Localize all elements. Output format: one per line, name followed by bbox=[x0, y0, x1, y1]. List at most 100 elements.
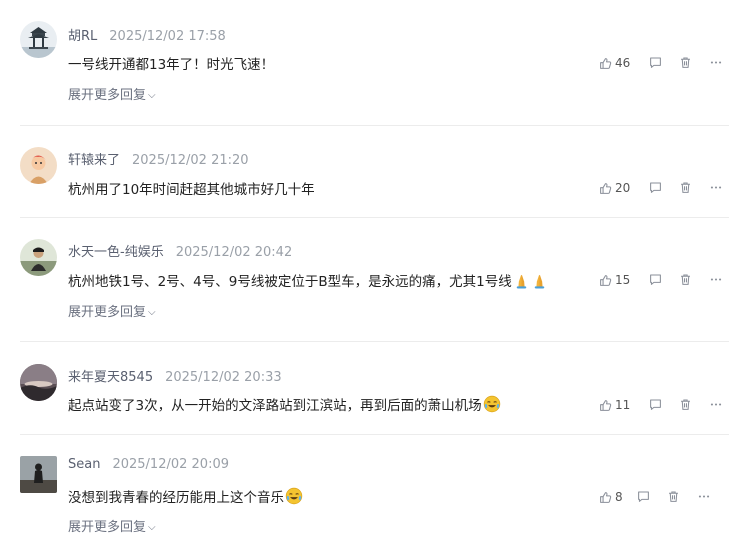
comment-time: 2025/12/02 20:33 bbox=[165, 370, 282, 385]
comment-actions: 20 bbox=[599, 181, 729, 199]
more-dots-icon bbox=[710, 61, 722, 64]
avatar[interactable] bbox=[20, 239, 57, 276]
comment-meta: 水天一色-纯娱乐 2025/12/02 20:42 bbox=[68, 241, 292, 260]
comment-item: Sean 2025/12/02 20:09 没想到我青春的经历能用上这个音乐 8 … bbox=[20, 435, 729, 541]
author-name[interactable]: Sean bbox=[68, 457, 100, 472]
comment-meta: 轩辕来了 2025/12/02 21:20 bbox=[68, 149, 249, 168]
delete-button[interactable] bbox=[667, 490, 680, 503]
more-button[interactable] bbox=[709, 273, 723, 286]
comment-item: 来年夏天8545 2025/12/02 20:33 起点站变了3次，从一开始的文泽… bbox=[20, 342, 729, 435]
pagoda-avatar-icon bbox=[20, 21, 57, 58]
comment-icon bbox=[638, 491, 649, 502]
comment-time: 2025/12/02 20:42 bbox=[175, 245, 293, 260]
comment-actions: 15 bbox=[599, 273, 729, 291]
chevron-down-icon: ⌵ bbox=[148, 90, 156, 101]
comment-text-body: 没想到我青春的经历能用上这个音乐 bbox=[68, 490, 284, 506]
thumbs-up-icon bbox=[600, 57, 612, 69]
more-dots-icon bbox=[698, 495, 710, 498]
thumbs-up-icon bbox=[600, 491, 612, 503]
comment-actions: 46 bbox=[599, 56, 729, 74]
like-count: 11 bbox=[615, 398, 631, 412]
author-name[interactable]: 来年夏天8545 bbox=[68, 370, 153, 385]
like-count: 20 bbox=[615, 181, 631, 195]
crying-laughing-icon bbox=[285, 487, 303, 509]
more-dots-icon bbox=[710, 278, 722, 281]
comment-icon bbox=[650, 274, 661, 285]
delete-button[interactable] bbox=[679, 56, 692, 69]
comment-list: 胡RL 2025/12/02 17:58 一号线开通都13年了！时光飞速！ 46 … bbox=[0, 0, 745, 541]
trash-icon bbox=[669, 491, 678, 502]
comment-text-body: 杭州地铁1号、2号、4号、9号线被定位于B型车，是永远的痛，尤其1号线 bbox=[68, 274, 512, 290]
avatar[interactable] bbox=[20, 147, 57, 184]
expand-replies-link[interactable]: 展开更多回复 ⌵ bbox=[68, 84, 156, 103]
trash-icon bbox=[681, 399, 690, 410]
praying-hands-icon bbox=[513, 272, 530, 293]
avatar[interactable] bbox=[20, 21, 57, 58]
trash-icon bbox=[681, 274, 690, 285]
reply-button[interactable] bbox=[649, 273, 662, 286]
praying-hands-icon bbox=[531, 272, 548, 293]
comment-text-body: 起点站变了3次，从一开始的文泽路站到江滨站，再到后面的萧山机场 bbox=[68, 398, 482, 414]
expand-replies-label: 展开更多回复 bbox=[68, 520, 147, 535]
chevron-down-icon: ⌵ bbox=[148, 307, 156, 318]
more-button[interactable] bbox=[709, 181, 723, 194]
avatar[interactable] bbox=[20, 364, 57, 401]
more-button[interactable] bbox=[709, 398, 723, 411]
expand-replies-label: 展开更多回复 bbox=[68, 88, 147, 103]
like-count: 46 bbox=[615, 56, 631, 70]
comment-text: 没想到我青春的经历能用上这个音乐 bbox=[68, 486, 303, 509]
comment-text: 一号线开通都13年了！时光飞速！ bbox=[68, 57, 275, 73]
thumbs-up-icon bbox=[600, 399, 612, 411]
trash-icon bbox=[681, 57, 690, 68]
reply-button[interactable] bbox=[637, 490, 650, 503]
expand-replies-link[interactable]: 展开更多回复 ⌵ bbox=[68, 516, 156, 535]
dusk-landscape-avatar-icon bbox=[20, 364, 57, 401]
like-button[interactable]: 20 bbox=[599, 181, 630, 195]
like-button[interactable]: 15 bbox=[599, 273, 630, 287]
comment-icon bbox=[650, 182, 661, 193]
comment-actions: 8 bbox=[599, 490, 729, 508]
like-count: 8 bbox=[615, 490, 623, 504]
delete-button[interactable] bbox=[679, 398, 692, 411]
comment-meta: 来年夏天8545 2025/12/02 20:33 bbox=[68, 366, 282, 385]
like-button[interactable]: 8 bbox=[599, 490, 623, 504]
delete-button[interactable] bbox=[679, 273, 692, 286]
author-name[interactable]: 胡RL bbox=[68, 29, 97, 44]
comment-text: 起点站变了3次，从一开始的文泽路站到江滨站，再到后面的萧山机场 bbox=[68, 394, 501, 417]
comment-icon bbox=[650, 399, 661, 410]
reply-button[interactable] bbox=[649, 181, 662, 194]
more-dots-icon bbox=[710, 186, 722, 189]
crying-laughing-icon bbox=[483, 395, 501, 417]
comment-time: 2025/12/02 21:20 bbox=[132, 153, 249, 168]
comment-item: 水天一色-纯娱乐 2025/12/02 20:42 杭州地铁1号、2号、4号、9号… bbox=[20, 218, 729, 342]
comment-time: 2025/12/02 17:58 bbox=[109, 29, 226, 44]
more-dots-icon bbox=[710, 403, 722, 406]
cartoon-avatar-icon bbox=[20, 147, 57, 184]
person-avatar-icon bbox=[20, 239, 57, 276]
expand-replies-link[interactable]: 展开更多回复 ⌵ bbox=[68, 301, 156, 320]
like-button[interactable]: 46 bbox=[599, 56, 630, 70]
author-name[interactable]: 轩辕来了 bbox=[68, 153, 120, 168]
expand-replies-label: 展开更多回复 bbox=[68, 305, 147, 320]
more-button[interactable] bbox=[709, 56, 723, 69]
reply-button[interactable] bbox=[649, 56, 662, 69]
trash-icon bbox=[681, 182, 690, 193]
silhouette-avatar-icon bbox=[20, 456, 57, 493]
comment-meta: 胡RL 2025/12/02 17:58 bbox=[68, 25, 226, 44]
like-count: 15 bbox=[615, 273, 631, 287]
thumbs-up-icon bbox=[600, 182, 612, 194]
author-name[interactable]: 水天一色-纯娱乐 bbox=[68, 245, 164, 260]
comment-item: 轩辕来了 2025/12/02 21:20 杭州用了10年时间赶超其他城市好几十年… bbox=[20, 126, 729, 218]
more-button[interactable] bbox=[697, 490, 711, 503]
comment-icon bbox=[650, 57, 661, 68]
reply-button[interactable] bbox=[649, 398, 662, 411]
like-button[interactable]: 11 bbox=[599, 398, 630, 412]
comment-text: 杭州地铁1号、2号、4号、9号线被定位于B型车，是永远的痛，尤其1号线 bbox=[68, 270, 548, 293]
comment-text: 杭州用了10年时间赶超其他城市好几十年 bbox=[68, 182, 315, 198]
comment-meta: Sean 2025/12/02 20:09 bbox=[68, 457, 229, 472]
delete-button[interactable] bbox=[679, 181, 692, 194]
chevron-down-icon: ⌵ bbox=[148, 522, 156, 533]
thumbs-up-icon bbox=[600, 274, 612, 286]
avatar[interactable] bbox=[20, 456, 57, 493]
comment-item: 胡RL 2025/12/02 17:58 一号线开通都13年了！时光飞速！ 46 … bbox=[20, 0, 729, 126]
